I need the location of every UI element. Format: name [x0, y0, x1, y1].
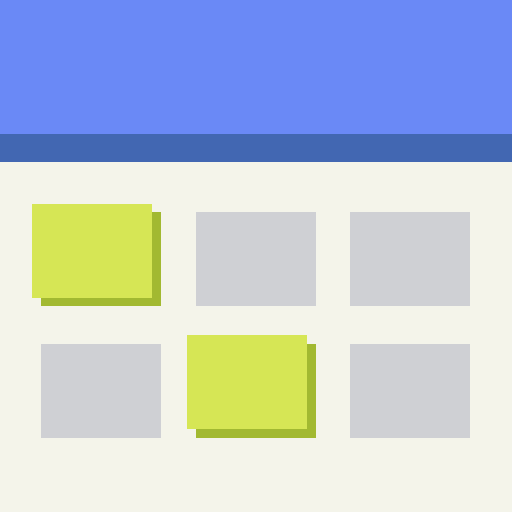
calendar-icon	[0, 0, 512, 512]
calendar-cell	[350, 344, 470, 438]
calendar-cell-highlighted	[187, 335, 307, 429]
calendar-cell	[41, 344, 161, 438]
calendar-cell	[350, 212, 470, 306]
calendar-header-stripe	[0, 134, 512, 162]
calendar-cell-highlighted	[32, 204, 152, 298]
calendar-header	[0, 0, 512, 134]
calendar-cell	[196, 212, 316, 306]
